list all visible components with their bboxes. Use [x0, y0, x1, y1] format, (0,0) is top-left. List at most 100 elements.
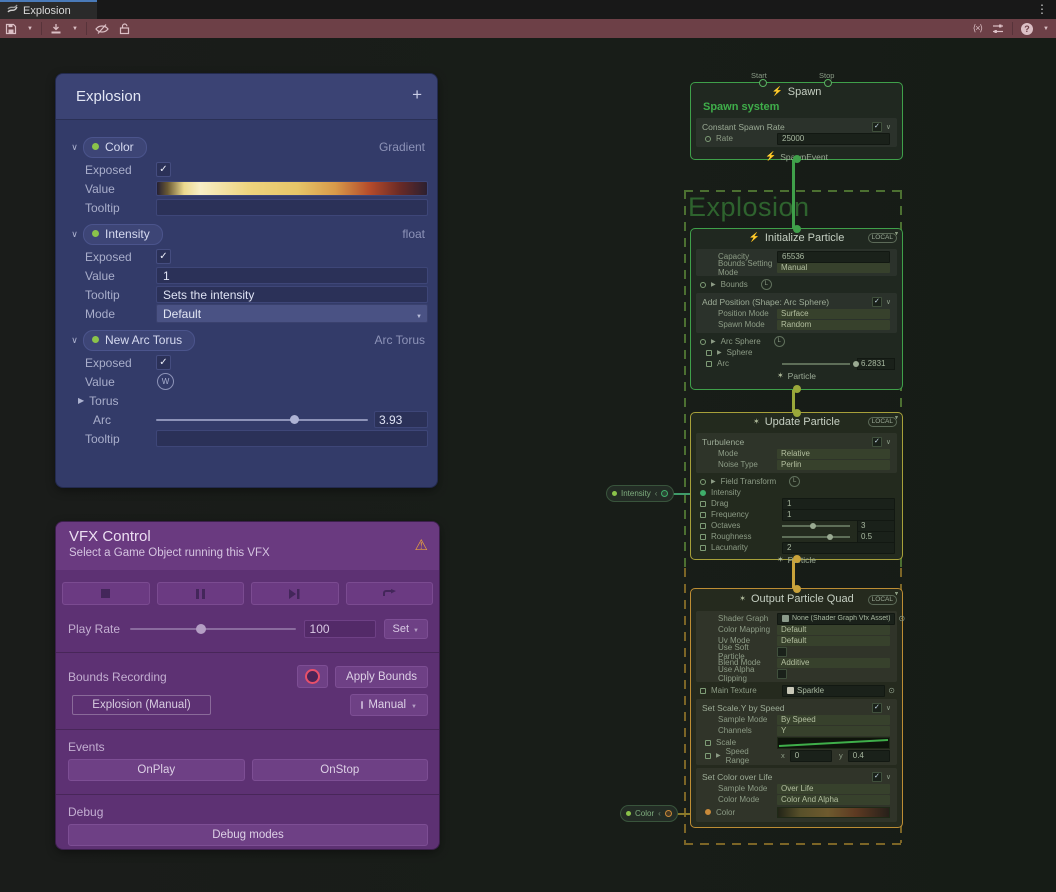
color-output-port[interactable]: [665, 810, 672, 817]
output-space-badge[interactable]: LOCAL: [868, 595, 897, 605]
color-mode-dropdown[interactable]: Color And Alpha: [777, 795, 890, 805]
play-rate-input[interactable]: 100: [304, 620, 376, 638]
initialize-space-badge[interactable]: LOCAL: [868, 233, 897, 243]
scale-port[interactable]: [705, 740, 711, 746]
onplay-button[interactable]: OnPlay: [68, 759, 245, 781]
kebab-menu-icon[interactable]: [1036, 2, 1048, 16]
scale-curve-field[interactable]: [777, 737, 890, 749]
object-picker-icon[interactable]: [898, 614, 905, 623]
block-enabled-checkbox[interactable]: [872, 122, 882, 132]
roughness-slider[interactable]: [782, 536, 850, 538]
alpha-clipping-checkbox[interactable]: [777, 669, 787, 679]
block-enabled-checkbox[interactable]: [872, 297, 882, 307]
main-texture-object-field[interactable]: Sparkle: [782, 685, 885, 697]
blackboard-panel[interactable]: Explosion + Color Gradient Exposed Value…: [56, 74, 437, 487]
tooltip-input[interactable]: [156, 430, 428, 447]
bounds-mode-dropdown[interactable]: Manual: [350, 694, 428, 716]
color-parameter-node[interactable]: Color: [620, 805, 678, 822]
help-button[interactable]: ?: [1016, 20, 1038, 37]
lacunarity-port[interactable]: [700, 545, 706, 551]
bounds-target-field[interactable]: Explosion (Manual): [72, 695, 211, 715]
save-as-dropdown-arrow[interactable]: [67, 20, 83, 37]
settings-sliders-button[interactable]: [987, 20, 1009, 37]
blend-mode-dropdown[interactable]: Additive: [777, 658, 890, 668]
arc-slider-knob[interactable]: [290, 415, 299, 424]
roughness-port[interactable]: [700, 534, 706, 540]
drag-port[interactable]: [700, 501, 706, 507]
arc-port[interactable]: [706, 361, 712, 367]
tooltip-input[interactable]: Sets the intensity: [156, 286, 428, 303]
block-enabled-checkbox[interactable]: [872, 437, 882, 447]
block-collapse-icon[interactable]: [886, 438, 891, 446]
color-port-connected[interactable]: [705, 809, 711, 815]
octaves-slider-knob[interactable]: [810, 523, 816, 529]
octaves-slider[interactable]: [782, 525, 850, 527]
foldout-chevron-icon[interactable]: [66, 142, 83, 153]
color-gradient-field[interactable]: [777, 807, 890, 818]
block-collapse-icon[interactable]: [886, 773, 891, 781]
intensity-output-port[interactable]: [661, 490, 668, 497]
record-bounds-button[interactable]: [297, 665, 328, 688]
noise-type-dropdown[interactable]: Perlin: [777, 460, 890, 470]
onstop-button[interactable]: OnStop: [252, 759, 429, 781]
tab-explosion[interactable]: Explosion: [0, 0, 97, 19]
turbulence-block[interactable]: Turbulence: [702, 437, 868, 447]
speed-range-fold-icon[interactable]: [716, 752, 721, 759]
block-enabled-checkbox[interactable]: [872, 772, 882, 782]
rate-input[interactable]: 25000: [777, 133, 890, 145]
block-collapse-icon[interactable]: [886, 123, 891, 131]
field-transform-fold-icon[interactable]: [711, 478, 716, 485]
set-rate-button[interactable]: Set: [384, 619, 428, 639]
foldout-chevron-icon[interactable]: [66, 335, 83, 346]
speed-range-port[interactable]: [705, 753, 711, 759]
constant-spawn-rate-block[interactable]: Constant Spawn Rate: [702, 122, 868, 132]
play-rate-knob[interactable]: [196, 624, 206, 634]
channels-dropdown[interactable]: Y: [777, 726, 890, 736]
initialize-out-port[interactable]: [793, 385, 801, 393]
save-button[interactable]: [0, 20, 22, 37]
color-sample-mode-dropdown[interactable]: Over Life: [777, 784, 890, 794]
property-pill-arc-torus[interactable]: New Arc Torus: [83, 330, 195, 351]
vfx-control-panel[interactable]: VFX Control Select a Game Object running…: [56, 522, 439, 849]
property-pill-color[interactable]: Color: [83, 137, 147, 158]
initialize-context-node[interactable]: Initialize ParticleLOCAL Capacity65536 B…: [690, 228, 903, 390]
local-space-badge[interactable]: L: [761, 279, 772, 290]
turbulence-mode-dropdown[interactable]: Relative: [777, 449, 890, 459]
uv-mode-dropdown[interactable]: Default: [777, 636, 890, 646]
tooltip-input[interactable]: [156, 199, 428, 216]
mode-dropdown[interactable]: Default: [156, 304, 428, 323]
position-mode-dropdown[interactable]: Surface: [777, 309, 890, 319]
arc-sphere-port[interactable]: [700, 339, 706, 345]
octaves-port[interactable]: [700, 523, 706, 529]
block-collapse-icon[interactable]: [886, 704, 891, 712]
soft-particle-checkbox[interactable]: [777, 647, 787, 657]
collapse-arrow-icon[interactable]: [658, 809, 661, 818]
property-pill-intensity[interactable]: Intensity: [83, 224, 163, 245]
frequency-port[interactable]: [700, 512, 706, 518]
value-input[interactable]: 1: [156, 267, 428, 284]
save-as-button[interactable]: [45, 20, 67, 37]
restart-button[interactable]: [346, 582, 434, 605]
exposed-checkbox[interactable]: [156, 249, 171, 264]
exposed-checkbox[interactable]: [156, 355, 171, 370]
object-picker-icon[interactable]: [888, 686, 895, 695]
sample-mode-dropdown[interactable]: By Speed: [777, 715, 890, 725]
block-collapse-icon[interactable]: [886, 298, 891, 306]
arc-slider[interactable]: [782, 363, 850, 365]
local-space-badge[interactable]: L: [774, 336, 785, 347]
arc-value-input[interactable]: 3.93: [374, 411, 428, 428]
add-position-block[interactable]: Add Position (Shape: Arc Sphere): [702, 297, 868, 307]
debug-modes-button[interactable]: Debug modes: [68, 824, 428, 846]
pause-button[interactable]: [157, 582, 245, 605]
world-space-badge[interactable]: W: [157, 373, 174, 390]
gradient-value-field[interactable]: [156, 181, 428, 196]
field-transform-port[interactable]: [700, 479, 706, 485]
arc-sphere-fold-icon[interactable]: [711, 338, 716, 345]
speed-range-x-input[interactable]: 0: [790, 750, 832, 762]
update-space-badge[interactable]: LOCAL: [868, 417, 897, 427]
bounds-setting-mode-dropdown[interactable]: Manual: [777, 263, 890, 273]
main-texture-port[interactable]: [700, 688, 706, 694]
spawn-out-port[interactable]: [793, 155, 801, 163]
edge-spawn-to-initialize[interactable]: [792, 159, 795, 229]
code-preview-button[interactable]: [968, 20, 987, 37]
